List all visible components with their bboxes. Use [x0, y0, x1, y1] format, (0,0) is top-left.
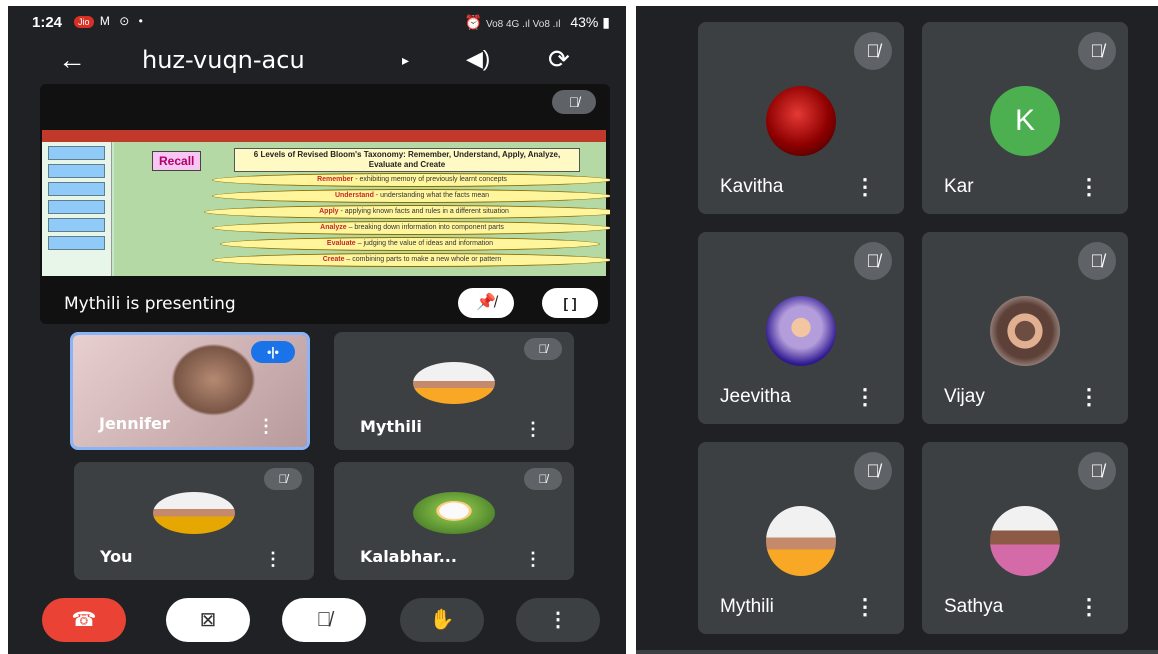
status-notification-icons: Jio M ⊙ •: [74, 14, 146, 28]
more-options-icon[interactable]: ⋮: [264, 549, 282, 570]
unpin-button[interactable]: 📌̸: [458, 288, 514, 318]
battery-level: 43%: [570, 14, 599, 30]
slide-thumbnail: [48, 146, 105, 160]
avatar: [766, 296, 836, 366]
signal-icon: Vo8 4G .ıl Vo8 .ıl: [485, 19, 561, 30]
slide-thumbnails: [42, 142, 112, 276]
slide-level-oval: Apply - applying known facts and rules i…: [204, 205, 610, 219]
slide-canvas: Recall 6 Levels of Revised Bloom's Taxon…: [114, 142, 610, 276]
participant-tile-kavitha[interactable]: 🎙̸ Kavitha ⋮: [698, 22, 904, 214]
mic-off-button[interactable]: 🎙̸: [282, 598, 366, 642]
slide-level-oval: Evaluate – judging the value of ideas an…: [220, 237, 600, 251]
right-phone-screen: 🎙̸ Kavitha ⋮ 🎙̸ K Kar ⋮ 🎙̸ Jeevitha ⋮ 🎙̸…: [636, 6, 1158, 654]
slide-level-oval: Analyze – breaking down information into…: [212, 221, 610, 235]
participant-name: Jennifer: [99, 414, 170, 433]
mic-off-icon: 🎙̸: [264, 468, 302, 490]
slide-thumbnail: [48, 182, 105, 196]
end-call-button[interactable]: ☎: [42, 598, 126, 642]
mic-off-icon: 🎙̸: [524, 338, 562, 360]
fullscreen-button[interactable]: [ ]: [542, 288, 598, 318]
participant-name: Mythili: [360, 417, 422, 436]
slide-thumbnail: [48, 164, 105, 178]
raise-hand-button[interactable]: ✋: [400, 598, 484, 642]
more-options-icon[interactable]: ⋮: [524, 549, 542, 570]
call-controls: ☎ ⊠ 🎙̸ ✋ ⋮: [8, 594, 626, 654]
more-options-icon[interactable]: ⋮: [1078, 384, 1100, 410]
more-options-icon[interactable]: ⋮: [854, 174, 876, 200]
slide-thumbnail: [48, 218, 105, 232]
back-arrow-icon[interactable]: ←: [58, 46, 86, 74]
avatar: [766, 86, 836, 156]
slide-level-oval: Remember - exhibiting memory of previous…: [212, 173, 610, 187]
notification-glyphs: M ⊙ •: [99, 14, 146, 28]
slide-app-toolbar: [42, 130, 606, 142]
battery-icon: ▮: [602, 14, 610, 30]
participant-tile-vijay[interactable]: 🎙̸ Vijay ⋮: [922, 232, 1128, 424]
slide-thumbnail: [48, 200, 105, 214]
participant-tile-jeevitha[interactable]: 🎙̸ Jeevitha ⋮: [698, 232, 904, 424]
avatar: [766, 506, 836, 576]
slide-title: 6 Levels of Revised Bloom's Taxonomy: Re…: [234, 148, 580, 172]
participant-name: Jeevitha: [720, 386, 791, 407]
avatar: [990, 506, 1060, 576]
left-phone-screen: 1:24 Jio M ⊙ • ⏰ Vo8 4G .ıl Vo8 .ıl 43% …: [8, 6, 626, 654]
status-bar: 1:24 Jio M ⊙ • ⏰ Vo8 4G .ıl Vo8 .ıl 43% …: [8, 6, 626, 38]
slide-thumbnail: [48, 236, 105, 250]
jio-icon: Jio: [74, 16, 94, 28]
slide-recall-tag: Recall: [152, 151, 202, 171]
shared-slide: Recall 6 Levels of Revised Bloom's Taxon…: [42, 130, 610, 276]
status-time: 1:24: [32, 14, 63, 31]
avatar: [153, 492, 235, 534]
speaking-indicator-icon: •|•: [251, 341, 295, 363]
participant-tile-you[interactable]: 🎙̸ You ⋮: [74, 462, 314, 580]
avatar: [413, 492, 495, 534]
participant-name: Vijay: [944, 386, 985, 407]
meeting-info-caret-icon[interactable]: ▸: [402, 52, 409, 69]
participant-name: Sathya: [944, 596, 1004, 617]
mic-off-icon: 🎙̸: [854, 32, 892, 70]
avatar: [413, 362, 495, 404]
participant-tile-kalabharathi[interactable]: 🎙̸ Kalabhar... ⋮: [334, 462, 574, 580]
participant-name: Kalabhar...: [360, 547, 457, 566]
avatar: [990, 296, 1060, 366]
participant-name: Mythili: [720, 596, 774, 617]
more-options-button[interactable]: ⋮: [516, 598, 600, 642]
participant-tile-jennifer[interactable]: •|• Jennifer ⋮: [70, 332, 310, 450]
mic-off-icon: 🎙̸: [524, 468, 562, 490]
mic-off-icon: 🎙̸: [1078, 452, 1116, 490]
meeting-top-bar: ← huz-vuqn-acu ▸ ◀) ⟳: [8, 40, 626, 84]
mic-off-icon: 🎙̸: [854, 452, 892, 490]
meeting-code[interactable]: huz-vuqn-acu: [142, 46, 305, 74]
slide-level-oval: Create – combining parts to make a new w…: [212, 253, 610, 267]
participant-tile-mythili[interactable]: 🎙̸ Mythili ⋮: [334, 332, 574, 450]
mic-off-icon: 🎙̸: [1078, 32, 1116, 70]
mic-off-icon: 🎙̸: [552, 90, 596, 114]
more-options-icon[interactable]: ⋮: [257, 416, 275, 437]
mic-off-icon: 🎙̸: [854, 242, 892, 280]
more-options-icon[interactable]: ⋮: [524, 419, 542, 440]
camera-off-button[interactable]: ⊠: [166, 598, 250, 642]
participant-name: Kar: [944, 176, 974, 197]
avatar-initial: K: [990, 86, 1060, 156]
more-options-icon[interactable]: ⋮: [854, 594, 876, 620]
presenting-label: Mythili is presenting: [64, 294, 236, 314]
more-options-icon[interactable]: ⋮: [854, 384, 876, 410]
status-right: ⏰ Vo8 4G .ıl Vo8 .ıl 43% ▮: [465, 14, 610, 31]
participant-tile-kar[interactable]: 🎙̸ K Kar ⋮: [922, 22, 1128, 214]
mic-off-icon: 🎙̸: [1078, 242, 1116, 280]
more-options-icon[interactable]: ⋮: [1078, 594, 1100, 620]
participant-name: You: [100, 547, 133, 566]
more-options-icon[interactable]: ⋮: [1078, 174, 1100, 200]
alarm-icon: ⏰: [464, 14, 486, 30]
speaker-icon[interactable]: ◀): [466, 46, 490, 72]
participant-tile-mythili[interactable]: 🎙̸ Mythili ⋮: [698, 442, 904, 634]
next-row-tile-edge: [636, 650, 1158, 654]
camera-flip-icon[interactable]: ⟳: [548, 44, 570, 75]
participant-tile-sathya[interactable]: 🎙̸ Sathya ⋮: [922, 442, 1128, 634]
participant-name: Kavitha: [720, 176, 784, 197]
presentation-tile[interactable]: 🎙̸ Recall 6 Levels of Revised Bloom's Ta…: [40, 84, 610, 324]
slide-level-oval: Understand - understanding what the fact…: [212, 189, 610, 203]
